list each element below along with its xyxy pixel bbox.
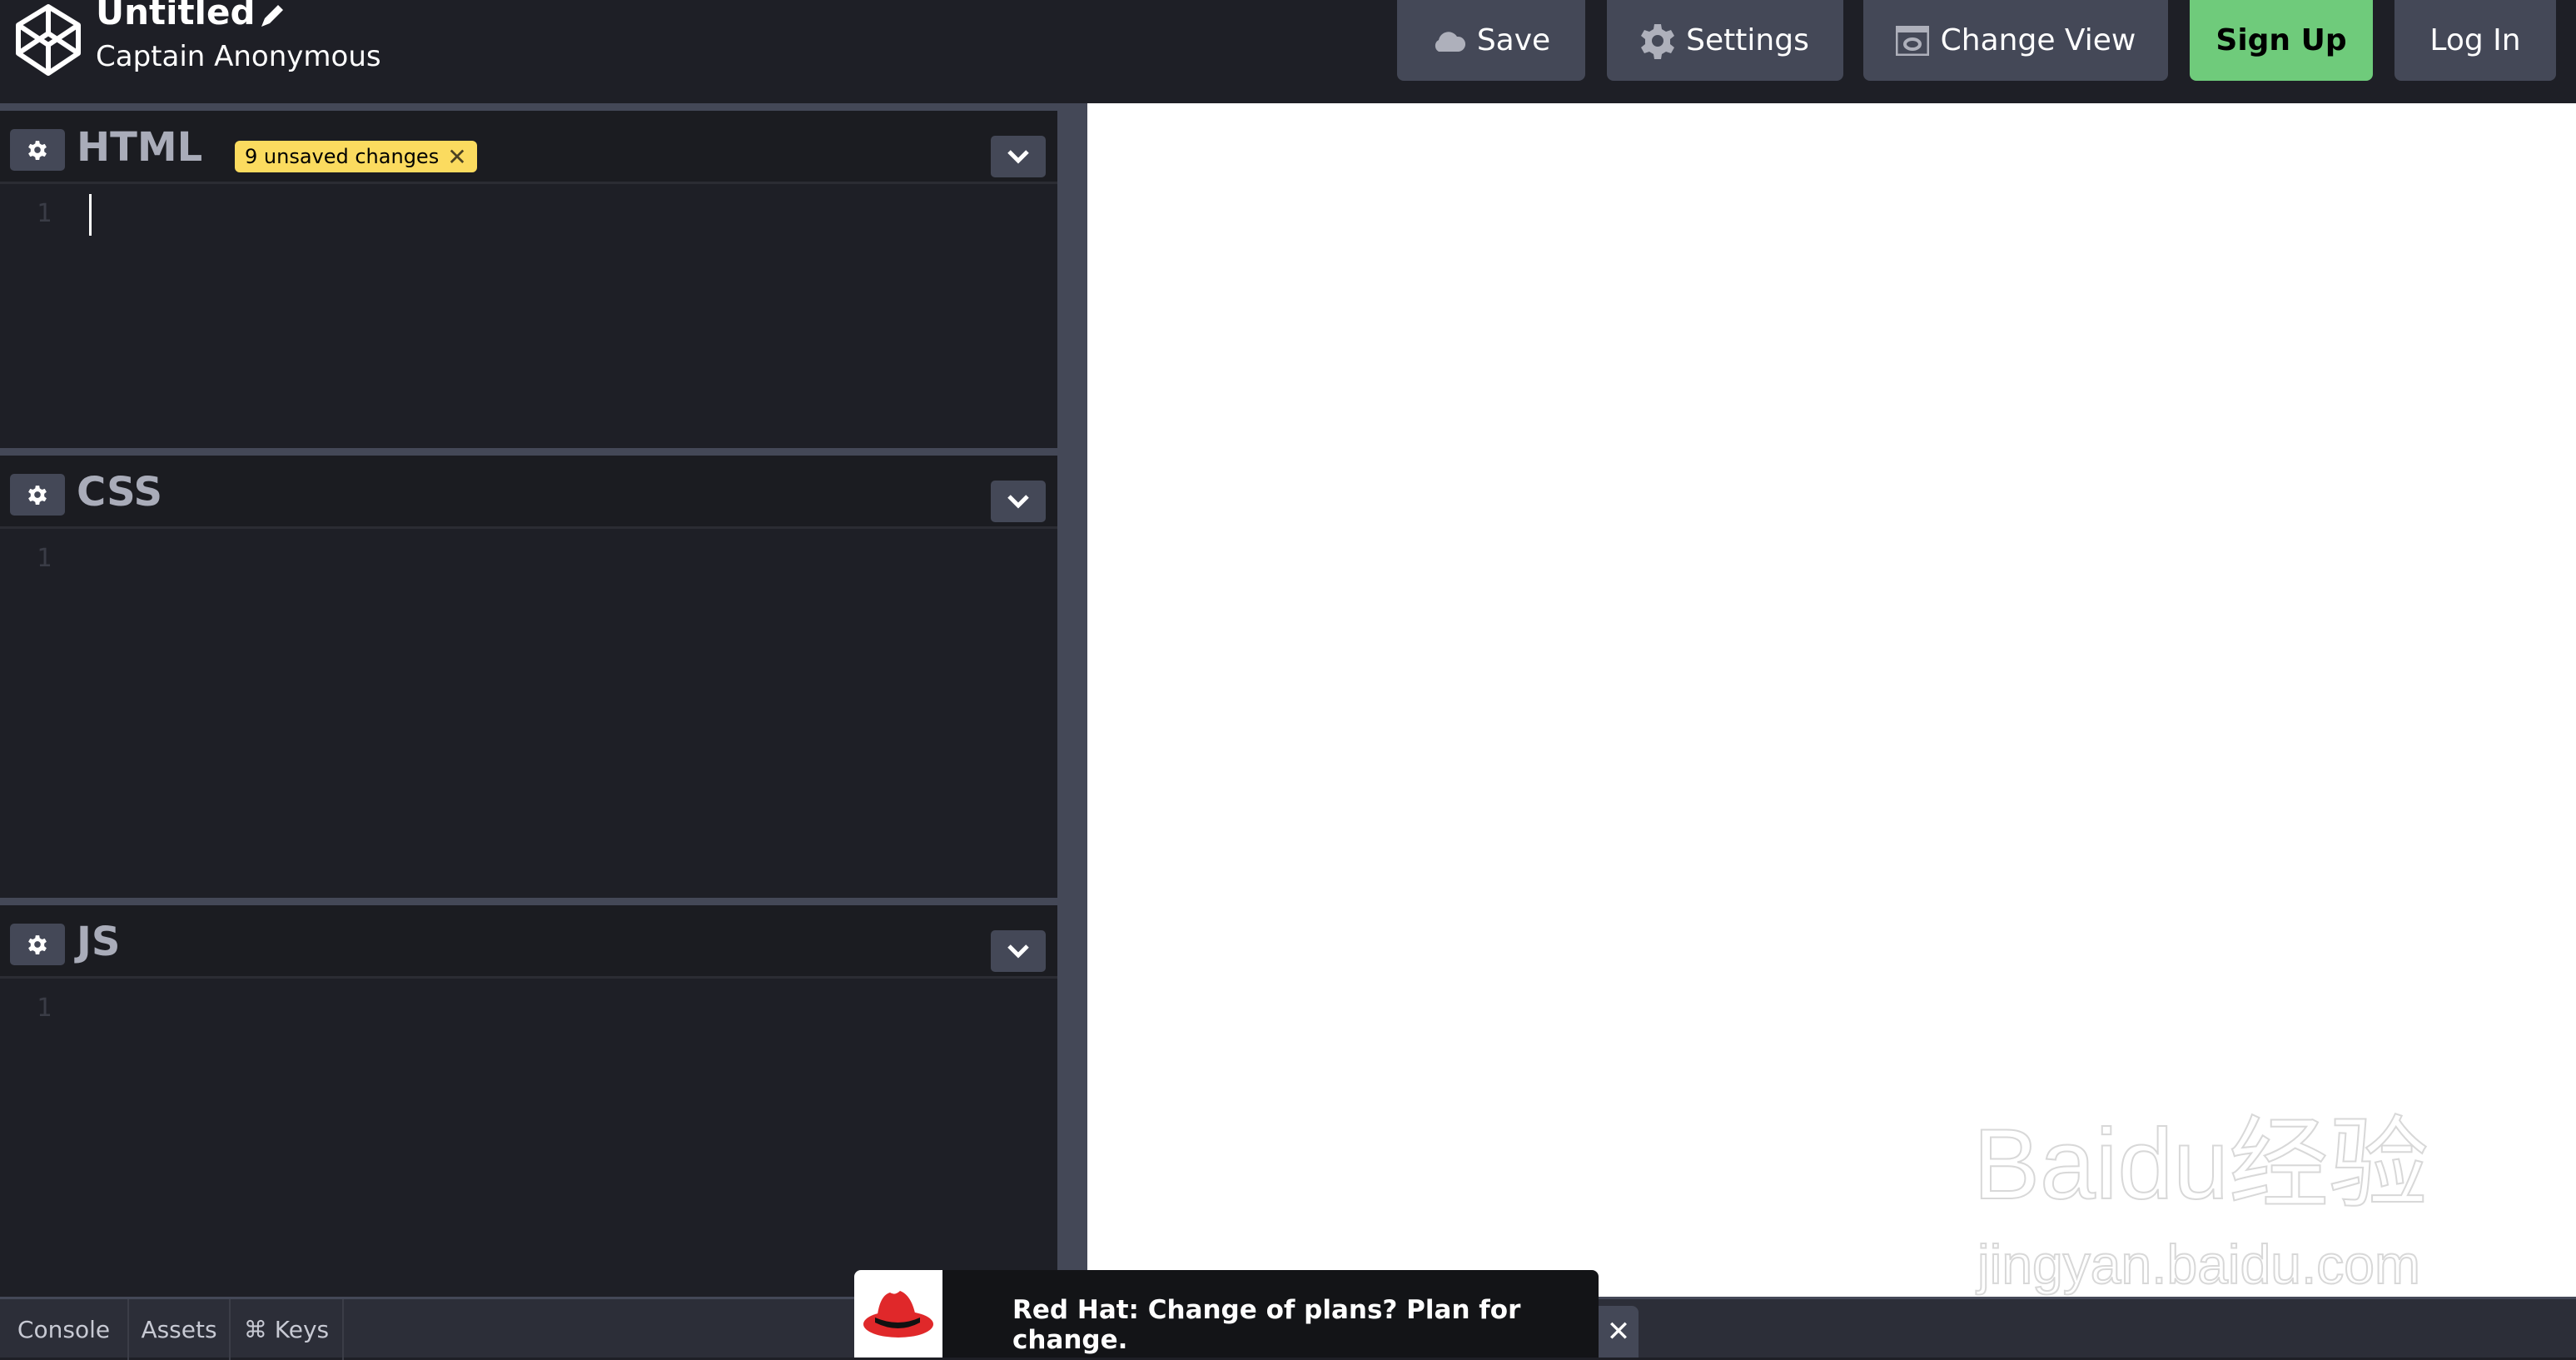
chevron-down-icon <box>1007 150 1029 164</box>
top-bar: Untitled Captain Anonymous Save Settings… <box>0 0 2576 103</box>
settings-label: Settings <box>1686 23 1809 57</box>
css-editor-header: CSS <box>0 456 1057 529</box>
watermark-url: jingyan.baidu.com <box>1977 1233 2421 1296</box>
red-hat-icon <box>863 1290 933 1338</box>
log-in-label: Log In <box>2429 23 2521 57</box>
close-icon: ✕ <box>1606 1315 1631 1348</box>
js-settings-button[interactable] <box>10 924 65 965</box>
js-resizer[interactable] <box>0 898 1057 905</box>
html-editor-header: HTML 9 unsaved changes ✕ <box>0 111 1057 184</box>
console-tab[interactable]: Console <box>0 1299 129 1360</box>
watermark-logo: Baidu经验 <box>1972 1108 2429 1221</box>
editor-preview-resizer[interactable] <box>1057 103 1087 1297</box>
html-settings-button[interactable] <box>10 129 65 171</box>
line-number: 1 <box>37 994 52 1023</box>
editor-column: HTML 9 unsaved changes ✕ 1 CSS 1 JS 1 <box>0 103 1057 1297</box>
close-icon[interactable]: ✕ <box>447 143 466 171</box>
assets-tab[interactable]: Assets <box>129 1299 231 1360</box>
ad-close-button[interactable]: ✕ <box>1599 1306 1639 1358</box>
sign-up-button[interactable]: Sign Up <box>2190 0 2373 81</box>
html-collapse-button[interactable] <box>991 136 1046 177</box>
unsaved-changes-badge[interactable]: 9 unsaved changes ✕ <box>235 141 477 172</box>
keys-tab[interactable]: ⌘ Keys <box>231 1299 344 1360</box>
ad-text[interactable]: Red Hat: Change of plans? Plan for chang… <box>1012 1295 1599 1355</box>
html-resizer[interactable] <box>0 103 1057 111</box>
gear-icon <box>1641 23 1675 59</box>
text-cursor <box>89 194 92 236</box>
change-view-label: Change View <box>1940 23 2136 57</box>
css-code-editor[interactable]: 1 <box>0 529 1057 898</box>
line-number: 1 <box>37 199 52 228</box>
settings-button[interactable]: Settings <box>1607 0 1843 81</box>
sign-up-label: Sign Up <box>2215 23 2347 57</box>
gear-icon <box>28 935 47 954</box>
edit-pencil-icon[interactable] <box>258 0 288 30</box>
js-editor-title: JS <box>77 919 121 965</box>
js-editor-header: JS <box>0 905 1057 979</box>
chevron-down-icon <box>1007 944 1029 959</box>
css-collapse-button[interactable] <box>991 481 1046 522</box>
css-editor-title: CSS <box>77 469 163 516</box>
save-button[interactable]: Save <box>1397 0 1585 81</box>
redhat-logo <box>854 1270 942 1358</box>
line-number: 1 <box>37 544 52 573</box>
js-collapse-button[interactable] <box>991 930 1046 972</box>
change-view-button[interactable]: Change View <box>1863 0 2168 81</box>
ad-banner[interactable]: Red Hat: Change of plans? Plan for chang… <box>854 1270 1599 1358</box>
gear-icon <box>28 141 47 160</box>
layout-view-icon <box>1895 25 1929 56</box>
codepen-logo-icon[interactable] <box>15 0 82 80</box>
css-resizer[interactable] <box>0 448 1057 456</box>
save-label: Save <box>1476 23 1551 57</box>
chevron-down-icon <box>1007 495 1029 509</box>
css-settings-button[interactable] <box>10 474 65 516</box>
pen-title[interactable]: Untitled <box>96 0 256 32</box>
cloud-icon <box>1435 31 1465 52</box>
html-editor-title: HTML <box>77 124 203 171</box>
author-name[interactable]: Captain Anonymous <box>96 40 381 73</box>
js-code-editor[interactable]: 1 <box>0 979 1057 1297</box>
log-in-button[interactable]: Log In <box>2394 0 2556 81</box>
gear-icon <box>28 486 47 505</box>
html-code-editor[interactable]: 1 <box>0 184 1057 448</box>
unsaved-changes-text: 9 unsaved changes <box>245 145 440 168</box>
